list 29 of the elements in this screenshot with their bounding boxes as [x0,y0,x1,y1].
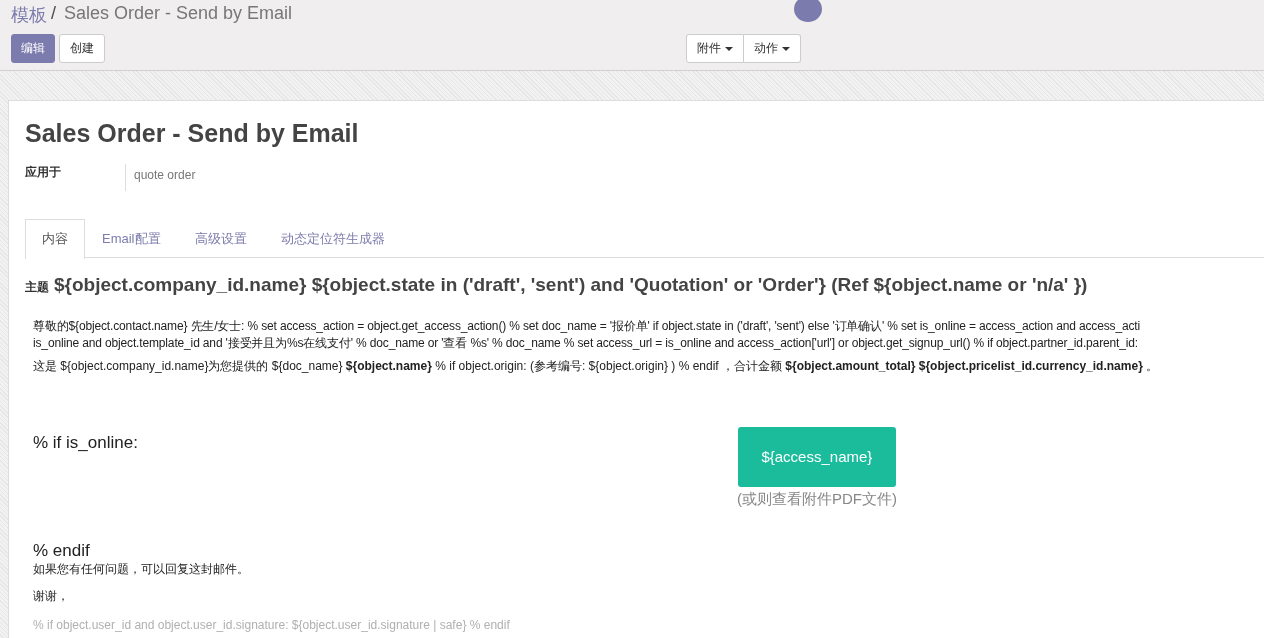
field-label: 应用于 [25,164,62,181]
caret-icon [725,46,733,51]
edit-button[interactable]: 编辑 [11,34,55,63]
body-text: 如果您有任何问题，可以回复这封邮件。 [33,561,250,578]
subject-value: ${object.company_id.name} ${object.state in ('draft', 'sent') and 'Quotation' or 'Order'} (Ref ${object.name or 'n/a' }) [54,274,1088,296]
attachment-note: (或则查看附件PDF文件) [736,490,897,509]
field-value: quote order [125,164,204,191]
tab[interactable]: 高级设置 [177,219,264,258]
tab[interactable]: 动态定位符生成器 [263,219,402,258]
subject-label: 主题 [25,279,49,296]
template-line: % if is_online: [33,432,138,454]
breadcrumb-link[interactable]: 模板 [11,3,47,27]
body-text: 谢谢， [33,588,70,605]
breadcrumb-separator: / [51,3,56,25]
tab[interactable]: 内容 [25,219,85,259]
form-title: Sales Order - Send by Email [25,119,360,148]
body-text: is_online and object.template_id and '接受并且为%s在线支付' % doc_name or '查看 %s' % doc_name % set access_url = is_online and access_action['url'] or object.get_signup_url() % if object.partner_id.parent_id: [33,335,1139,352]
caret-icon [782,46,790,51]
access-button[interactable]: ${access_name} [737,427,896,487]
body-text: 尊敬的${object.contact.name} 先生/女士: % set access_action = object.get_access_action() % set doc_name = '报价单' if object.state in ('draft', 'sent') else '订单确认' % set is_online = access_action and access_acti [33,318,1142,335]
avatar-icon[interactable] [794,0,822,22]
tab[interactable]: Email配置 [85,219,178,258]
breadcrumb-current: Sales Order - Send by Email [64,3,293,25]
signature-text: % if object.user_id and object.user_id.signature: ${object.user_id.signature | safe} % endif [33,618,511,632]
dropdown-button[interactable]: 动作 [744,34,801,63]
body-text: 这是 ${object.company_id.name}为您提供的 ${doc_name} ${object.name} % if object.origin: (参考编号: ${object.origin} ) % endif ，合计金额 ${object.amount_total} ${object.pricelist_id.currency_id.name} 。 [33,358,1160,375]
create-button[interactable]: 创建 [59,34,105,63]
dropdown-button[interactable]: 附件 [686,34,744,63]
template-line: % endif [33,541,91,561]
